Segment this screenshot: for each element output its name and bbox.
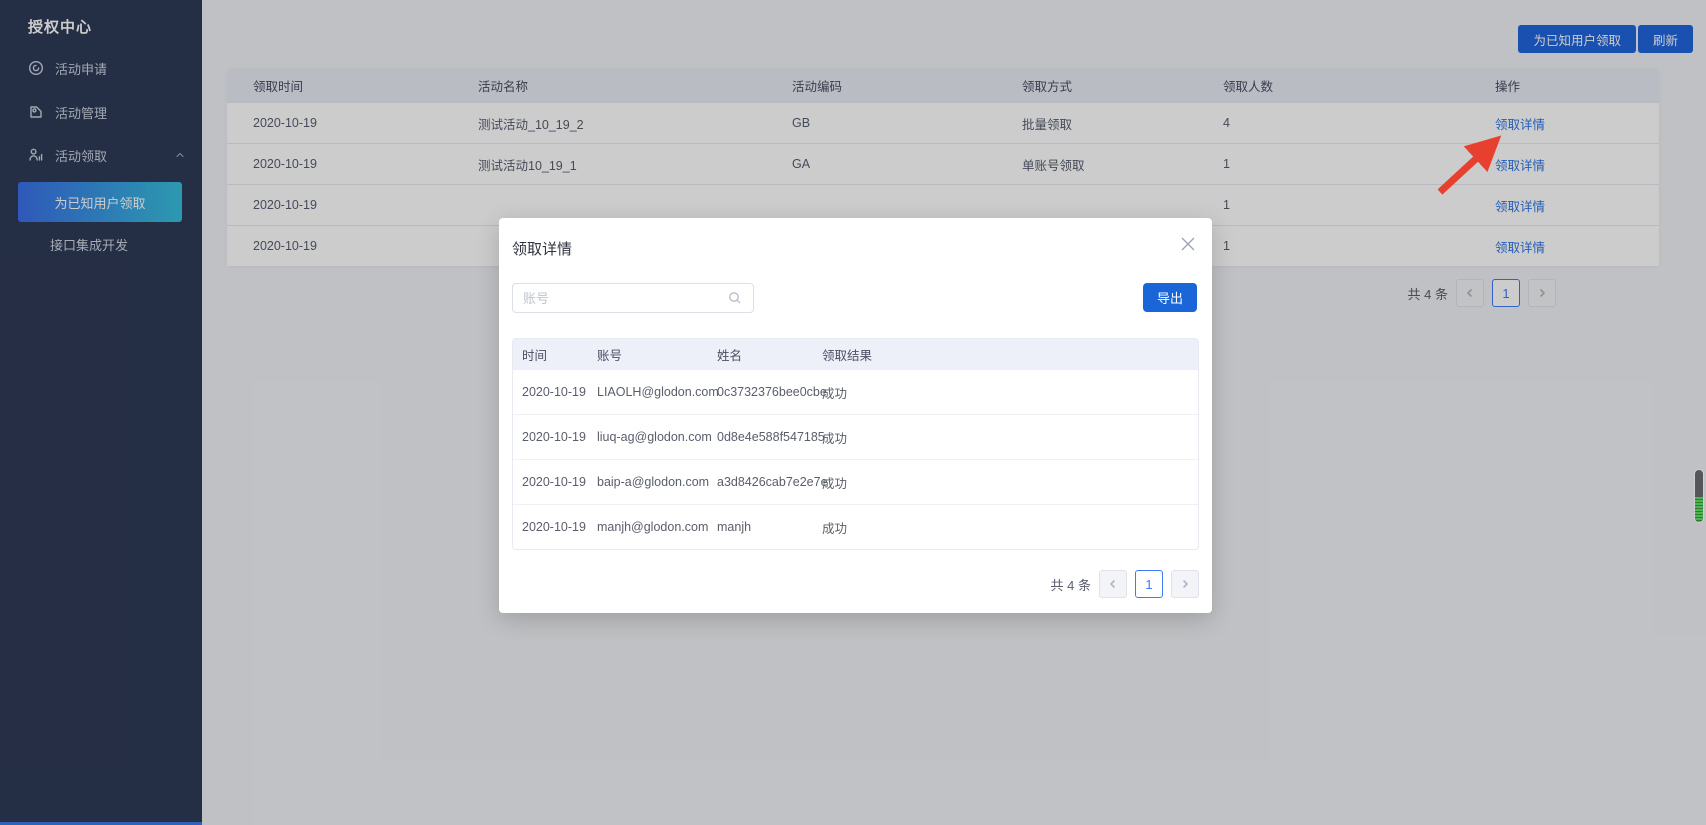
modal-table-row: 2020-10-19 liuq-ag@glodon.com 0d8e4e588f… xyxy=(513,414,1198,459)
column-header: 账号 xyxy=(597,345,717,364)
cell-name: a3d8426cab7e2e7e xyxy=(717,475,822,489)
cell-result: 成功 xyxy=(822,428,1198,447)
cell-account: baip-a@glodon.com xyxy=(597,475,717,489)
chevron-left-icon xyxy=(1107,578,1119,590)
chevron-right-icon xyxy=(1179,578,1191,590)
cell-time: 2020-10-19 xyxy=(522,385,597,399)
cell-time: 2020-10-19 xyxy=(522,475,597,489)
modal-table-row: 2020-10-19 LIAOLH@glodon.com 0c3732376be… xyxy=(513,369,1198,414)
export-button[interactable]: 导出 xyxy=(1143,283,1197,312)
cell-result: 成功 xyxy=(822,473,1198,492)
modal-table-row: 2020-10-19 baip-a@glodon.com a3d8426cab7… xyxy=(513,459,1198,504)
close-icon xyxy=(1177,233,1199,255)
modal-table-row: 2020-10-19 manjh@glodon.com manjh 成功 xyxy=(513,504,1198,549)
next-page-button[interactable] xyxy=(1171,570,1199,598)
modal-title: 领取详情 xyxy=(512,238,572,259)
column-header: 时间 xyxy=(522,345,597,364)
account-search-input[interactable] xyxy=(512,283,754,313)
claim-detail-modal: 领取详情 导出 时间 账号 姓名 领取结果 2020-10-19 LIAOLH@… xyxy=(499,218,1212,613)
scroll-indicator-progress xyxy=(1695,497,1703,522)
cell-result: 成功 xyxy=(822,383,1198,402)
prev-page-button[interactable] xyxy=(1099,570,1127,598)
cell-time: 2020-10-19 xyxy=(522,430,597,444)
page-number-button[interactable]: 1 xyxy=(1135,570,1163,598)
cell-account: LIAOLH@glodon.com xyxy=(597,385,717,399)
modal-table-header-row: 时间 账号 姓名 领取结果 xyxy=(513,339,1198,369)
close-button[interactable] xyxy=(1177,233,1199,255)
column-header: 领取结果 xyxy=(822,345,1198,364)
claim-detail-table: 时间 账号 姓名 领取结果 2020-10-19 LIAOLH@glodon.c… xyxy=(512,338,1199,550)
cell-name: 0d8e4e588f547185 xyxy=(717,430,822,444)
modal-pagination: 共 4 条 1 xyxy=(1051,570,1199,598)
cell-name: manjh xyxy=(717,520,822,534)
column-header: 姓名 xyxy=(717,345,822,364)
cell-account: manjh@glodon.com xyxy=(597,520,717,534)
cell-result: 成功 xyxy=(822,518,1198,537)
cell-name: 0c3732376bee0cbe xyxy=(717,385,822,399)
cell-time: 2020-10-19 xyxy=(522,520,597,534)
total-count-label: 共 4 条 xyxy=(1051,575,1091,594)
cell-account: liuq-ag@glodon.com xyxy=(597,430,717,444)
scroll-indicator-widget[interactable] xyxy=(1694,469,1704,523)
